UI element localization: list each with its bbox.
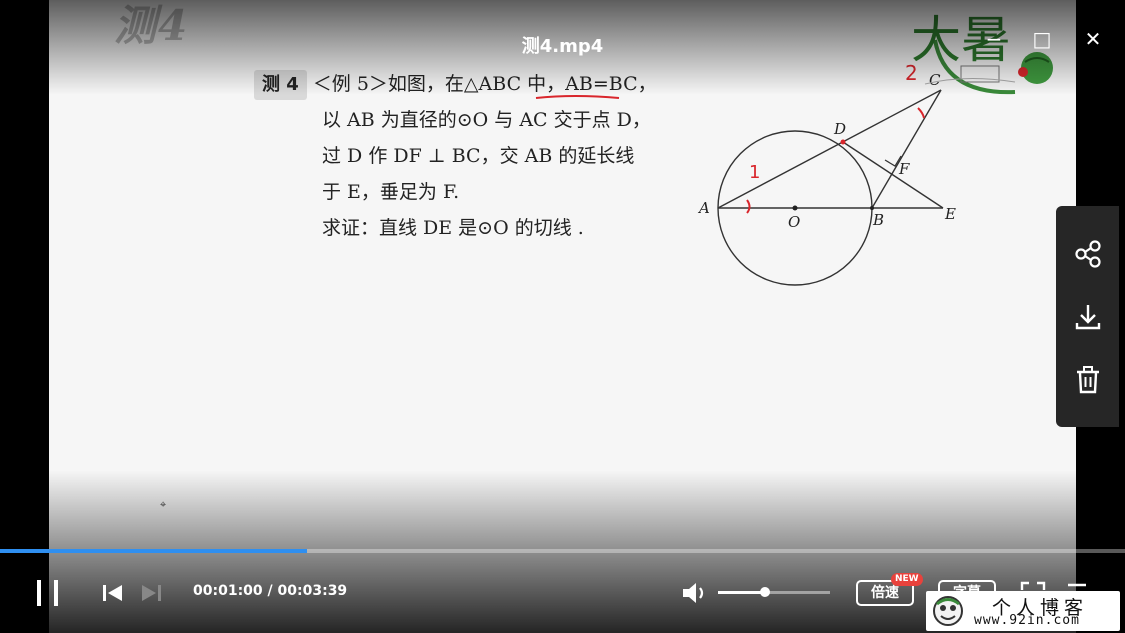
time-display: 00:01:00 / 00:03:39 — [193, 583, 347, 599]
blog-url: www.92in.com — [974, 613, 1080, 628]
problem-line-2: 以 AB 为直径的⊙O 与 AC 交于点 D， — [322, 109, 651, 131]
minimize-button[interactable]: − — [983, 28, 1005, 50]
progress-fill — [0, 549, 308, 553]
label-a: A — [697, 199, 710, 217]
volume-knob[interactable] — [760, 587, 771, 597]
problem-line-4: 于 E，垂足为 F. — [322, 181, 460, 203]
time-separator: / — [262, 583, 278, 599]
time-total: 00:03:39 — [277, 583, 348, 599]
share-icon[interactable] — [1072, 238, 1104, 270]
progress-bar[interactable] — [0, 549, 1125, 553]
delete-icon[interactable] — [1072, 364, 1104, 396]
blog-watermark: 个人博客 www.92in.com — [926, 591, 1120, 631]
label-f: F — [898, 160, 910, 178]
label-d: D — [833, 120, 846, 138]
mark-1: 1 — [749, 162, 760, 183]
label-o: O — [788, 213, 800, 231]
problem-tag: 测 4 — [254, 70, 307, 100]
label-b: B — [872, 211, 884, 229]
point-b — [870, 206, 874, 210]
window-title: 测4.mp4 — [521, 36, 604, 57]
next-icon[interactable] — [140, 583, 162, 603]
point-o — [792, 205, 798, 211]
line-ac — [717, 89, 942, 209]
line-de — [842, 141, 944, 209]
maximize-button[interactable]: □ — [1031, 28, 1053, 50]
point-d — [840, 139, 846, 145]
volume-slider[interactable] — [718, 587, 830, 597]
problem-line-5: 求证：直线 DE 是⊙O 的切线 . — [322, 217, 584, 239]
volume-fill — [718, 591, 766, 594]
angle-mark-a — [746, 199, 751, 214]
angle-mark-c — [917, 107, 925, 119]
close-button[interactable]: ✕ — [1082, 28, 1104, 50]
new-badge: NEW — [891, 573, 923, 586]
previous-icon[interactable] — [102, 583, 124, 603]
pause-button[interactable] — [36, 579, 62, 607]
avatar-icon — [933, 596, 963, 626]
problem-line-3: 过 D 作 DF ⊥ BC，交 AB 的延长线 — [322, 145, 635, 167]
time-current: 00:01:00 — [193, 583, 263, 599]
label-e: E — [944, 205, 956, 223]
download-icon[interactable] — [1072, 301, 1104, 333]
cursor-icon: ⌖ — [160, 498, 167, 511]
annotation-underline — [535, 95, 620, 99]
volume-icon[interactable] — [681, 581, 709, 605]
side-panel — [1056, 206, 1119, 427]
